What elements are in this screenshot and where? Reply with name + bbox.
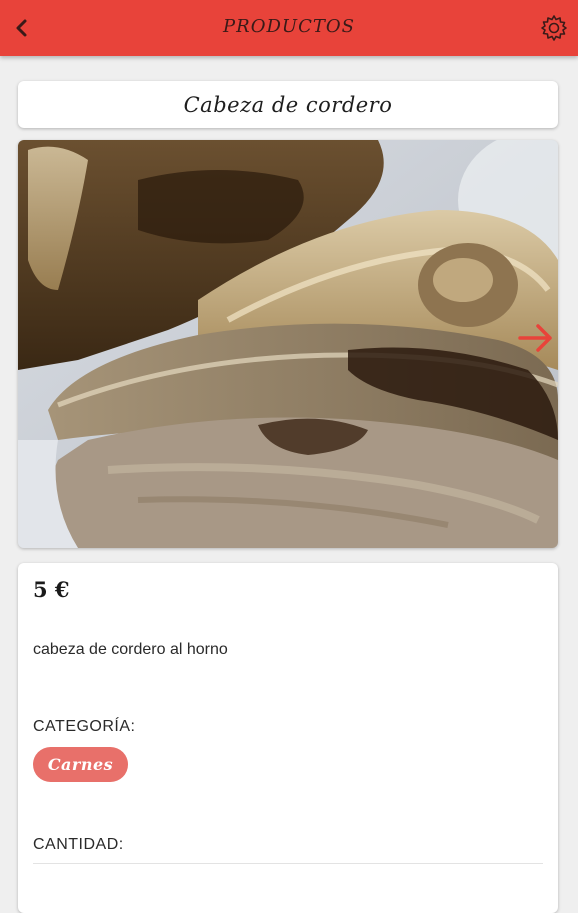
quantity-label: CANTIDAD: bbox=[33, 836, 124, 853]
arrow-right-icon bbox=[518, 324, 552, 352]
product-description: cabeza de cordero al horno bbox=[33, 641, 228, 658]
settings-button[interactable] bbox=[536, 10, 572, 46]
page-title: PRODUCTOS bbox=[223, 16, 355, 37]
divider bbox=[33, 863, 543, 864]
next-image-button[interactable] bbox=[514, 316, 558, 360]
gear-icon bbox=[541, 15, 567, 41]
product-info-card: 5 € cabeza de cordero al horno CATEGORÍA… bbox=[18, 563, 558, 913]
roasted-lamb-photo bbox=[18, 140, 558, 548]
product-title-card: Cabeza de cordero bbox=[18, 81, 558, 128]
app-bar: PRODUCTOS bbox=[0, 0, 578, 56]
product-image bbox=[18, 140, 558, 548]
category-chip[interactable]: Carnes bbox=[33, 747, 128, 782]
category-label: CATEGORÍA: bbox=[33, 718, 136, 735]
product-price: 5 € bbox=[33, 577, 70, 602]
product-name: Cabeza de cordero bbox=[183, 92, 393, 117]
category-chip-label: Carnes bbox=[47, 755, 114, 774]
